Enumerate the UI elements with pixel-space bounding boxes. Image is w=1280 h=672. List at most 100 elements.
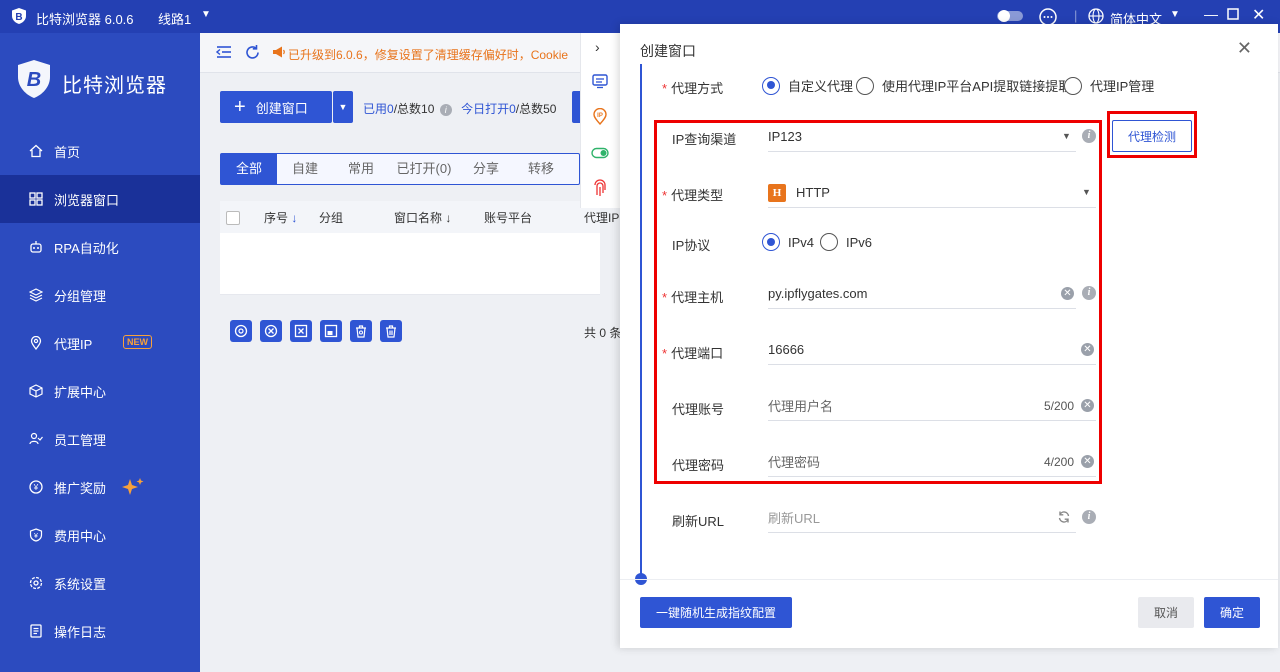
tab-transferred[interactable]: 转移 — [513, 154, 569, 184]
radio-dot — [856, 76, 874, 95]
sidebar-item-logs[interactable]: 操作日志 — [0, 607, 200, 655]
proxy-type-select[interactable]: H HTTP — [768, 178, 1096, 208]
radio-label: IPv4 — [788, 234, 815, 250]
window-tabs: 全部 自建 常用 已打开(0) 分享 转移 — [220, 153, 580, 185]
chevron-down-icon[interactable]: ▼ — [201, 9, 211, 20]
sidebar-item-proxy-ip[interactable]: 代理IP NEW — [0, 319, 200, 367]
tab-all[interactable]: 全部 — [221, 154, 277, 184]
users-icon — [28, 431, 44, 447]
chevron-down-icon[interactable]: ▼ — [1170, 9, 1180, 20]
clear-icon[interactable]: ✕ — [1061, 287, 1074, 300]
close-icon[interactable]: ✕ — [1237, 38, 1252, 59]
sidebar-item-rpa[interactable]: RPA自动化 — [0, 223, 200, 271]
sidebar-item-label: 推广奖励 — [54, 480, 107, 496]
proxy-host-input[interactable]: py.ipflygates.com — [768, 279, 1076, 309]
proxy-mode-label: * 代理方式 — [662, 81, 724, 96]
shield-yen-icon: ¥ — [28, 527, 44, 543]
update-notice-text[interactable]: 已升级到6.0.6，修复设置了清理缓存偏好时，Cookie — [288, 46, 568, 63]
sidebar-item-extensions[interactable]: 扩展中心 — [0, 367, 200, 415]
gear-icon — [28, 575, 44, 591]
refresh-url-input[interactable]: 刷新URL — [768, 503, 1076, 533]
create-window-dropdown[interactable]: ▼ — [333, 91, 353, 123]
proxy-host-value: py.ipflygates.com — [768, 286, 868, 301]
random-fingerprint-button[interactable]: 一键随机生成指纹配置 — [640, 597, 792, 628]
window-arrange-icon[interactable] — [320, 320, 342, 342]
maximize-button[interactable] — [1227, 8, 1239, 23]
radio-dot — [820, 233, 838, 251]
window-list-icon[interactable] — [592, 73, 608, 92]
clear-icon[interactable]: ✕ — [1081, 343, 1094, 356]
create-window-label: 创建窗口 — [255, 100, 308, 116]
fingerprint-icon[interactable] — [592, 179, 608, 200]
chevron-down-icon[interactable]: ▼ — [1082, 187, 1091, 197]
info-icon[interactable]: i — [439, 104, 452, 116]
divider: | — [1074, 8, 1078, 23]
sidebar-item-staff[interactable]: 员工管理 — [0, 415, 200, 463]
radio-dot — [1064, 76, 1082, 95]
refresh-icon[interactable] — [244, 44, 261, 64]
radio-ipv6[interactable]: IPv6 — [820, 233, 872, 251]
proxy-port-label: * 代理端口 — [662, 346, 724, 361]
robot-icon — [28, 239, 44, 255]
select-all-checkbox[interactable] — [226, 211, 240, 225]
ip-protocol-label: IP协议 — [672, 238, 711, 253]
opened-total: /总数50 — [515, 102, 557, 116]
new-badge: NEW — [123, 335, 152, 349]
radio-ipv4[interactable]: IPv4 — [762, 233, 814, 251]
sort-down-icon[interactable]: ↓ — [291, 211, 297, 225]
chevron-down-icon[interactable]: ▼ — [1062, 131, 1071, 141]
sidebar-item-billing[interactable]: ¥ 费用中心 — [0, 511, 200, 559]
sidebar-item-browser-windows[interactable]: 浏览器窗口 — [0, 175, 200, 223]
sort-down-icon[interactable]: ↓ — [445, 211, 451, 225]
confirm-button[interactable]: 确定 — [1204, 597, 1260, 628]
minimize-button[interactable]: — — [1204, 6, 1218, 22]
sidebar-item-groups[interactable]: 分组管理 — [0, 271, 200, 319]
opened-label: 今日打开 — [461, 102, 510, 116]
tab-self-created[interactable]: 自建 — [277, 154, 333, 184]
proxy-port-value: 16666 — [768, 342, 805, 357]
open-icon[interactable] — [230, 320, 252, 342]
dialog-title: 创建窗口 — [640, 43, 696, 59]
cancel-button[interactable]: 取消 — [1138, 597, 1194, 628]
info-icon[interactable]: i — [1082, 286, 1096, 300]
toggle-icon[interactable] — [591, 147, 609, 162]
proxy-check-button[interactable]: 代理检测 — [1112, 120, 1192, 152]
refresh-url-placeholder: 刷新URL — [768, 511, 821, 526]
sidebar-item-label: 操作日志 — [54, 624, 107, 640]
radio-proxy-ip-manage[interactable]: 代理IP管理 — [1064, 76, 1154, 95]
svg-text:B: B — [15, 12, 22, 23]
tab-shared[interactable]: 分享 — [459, 154, 513, 184]
table-body-empty — [220, 233, 600, 295]
column-header-index[interactable]: 序号 ↓ — [264, 209, 297, 226]
sidebar-item-home[interactable]: 首页 — [0, 127, 200, 175]
create-window-button[interactable]: + 创建窗口 — [220, 91, 332, 123]
close-all-icon[interactable] — [260, 320, 282, 342]
sidebar-item-rewards[interactable]: ¥ 推广奖励 — [0, 463, 200, 511]
radio-api-extract[interactable]: 使用代理IP平台API提取链接提取 — [856, 76, 1071, 95]
info-icon[interactable]: i — [1082, 510, 1096, 524]
ip-channel-select[interactable]: IP123 — [768, 122, 1076, 152]
radio-custom-proxy[interactable]: 自定义代理 — [762, 76, 853, 95]
proxy-port-label-text: 代理端口 — [671, 346, 724, 361]
route-selector[interactable]: 线路1 — [158, 9, 191, 28]
tab-opened[interactable]: 已打开(0) — [389, 154, 459, 184]
sparkle-icon — [122, 477, 144, 500]
proxy-port-input[interactable]: 16666 — [768, 335, 1096, 365]
remove-box-icon[interactable] — [290, 320, 312, 342]
close-window-button[interactable]: ✕ — [1252, 5, 1265, 25]
radio-dot — [762, 76, 780, 95]
collapse-menu-icon[interactable] — [215, 45, 232, 62]
ip-location-icon[interactable]: IP — [592, 107, 608, 129]
info-icon[interactable]: i — [1082, 129, 1096, 143]
delete-icon[interactable] — [380, 320, 402, 342]
clear-icon[interactable]: ✕ — [1081, 399, 1094, 412]
column-header-window-name[interactable]: 窗口名称 ↓ — [394, 209, 451, 226]
sidebar-item-label: 浏览器窗口 — [54, 192, 120, 208]
clear-cache-icon[interactable] — [350, 320, 372, 342]
refresh-icon[interactable] — [1057, 510, 1071, 527]
tab-frequent[interactable]: 常用 — [333, 154, 389, 184]
clear-icon[interactable]: ✕ — [1081, 455, 1094, 468]
chevron-right-icon[interactable]: › — [595, 39, 600, 55]
sidebar-item-settings[interactable]: 系统设置 — [0, 559, 200, 607]
log-icon — [28, 623, 44, 639]
